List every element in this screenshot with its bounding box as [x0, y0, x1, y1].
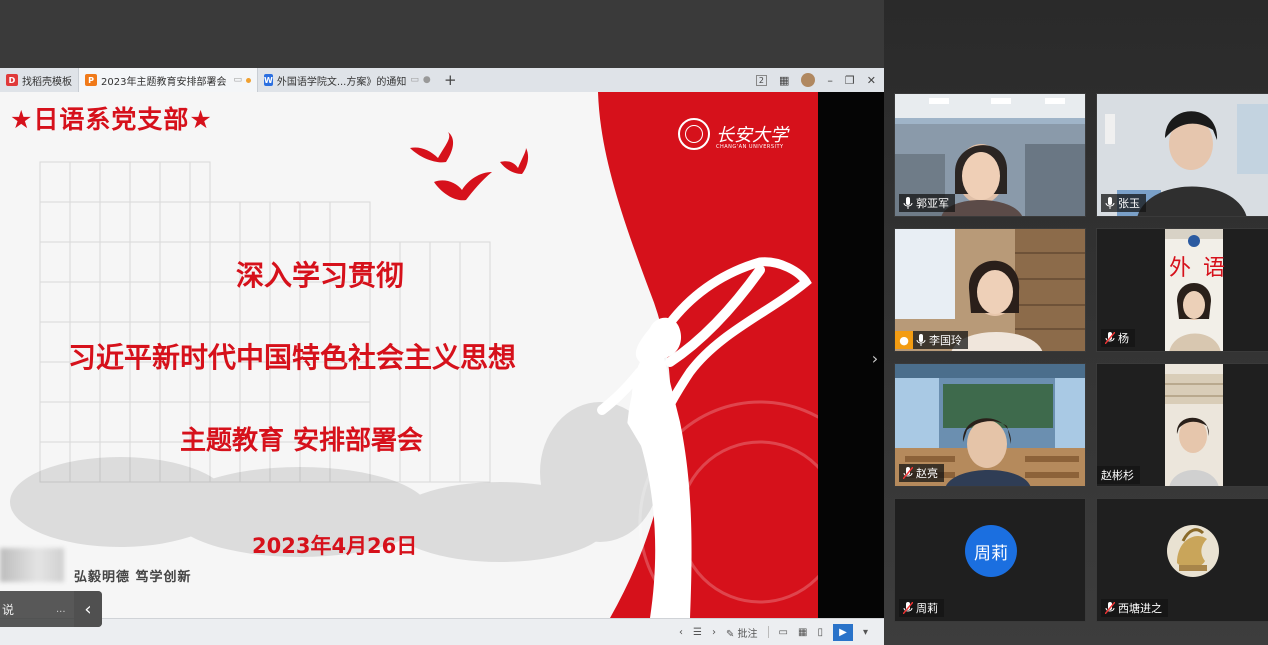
participant-tile[interactable]: 张玉 — [1096, 93, 1268, 217]
branch-title: ★日语系党支部★ — [10, 105, 213, 134]
slide-sorter-icon[interactable]: ▦ — [798, 627, 807, 638]
slide-title-line-2: 习近平新时代中国特色社会主义思想 — [68, 341, 517, 374]
close-tab-icon[interactable]: ● — [423, 75, 431, 85]
participant-label: 张玉 — [1101, 194, 1146, 212]
mic-off-icon — [903, 602, 913, 614]
window-controls: 2 ▦ – ❐ ✕ — [755, 73, 884, 87]
mic-off-icon — [903, 467, 913, 479]
participant-label: 赵亮 — [899, 464, 944, 482]
participant-tile[interactable]: 郭亚军 — [894, 93, 1086, 217]
shared-screen: D 找稻壳模板 P 2023年主题教育安排部署会 ▭ W 外国语学院文...方案… — [0, 0, 884, 645]
next-page-icon[interactable]: › — [712, 627, 716, 638]
participant-name: 郭亚军 — [916, 197, 949, 210]
participant-label: 西塘进之 — [1101, 599, 1168, 617]
participant-label: ● 李国玲 — [895, 331, 968, 349]
participant-tile[interactable]: 赵亮 — [894, 363, 1086, 487]
overlay-more[interactable]: ... — [56, 604, 66, 615]
comment-icon[interactable]: ▭ — [410, 75, 419, 85]
dropdown-icon[interactable]: ▾ — [863, 627, 868, 638]
browser-tab-bar: D 找稻壳模板 P 2023年主题教育安排部署会 ▭ W 外国语学院文...方案… — [0, 68, 884, 92]
divider — [767, 626, 769, 638]
user-avatar[interactable] — [801, 73, 816, 87]
participant-label: 赵彬杉 — [1097, 466, 1140, 484]
mic-on-icon — [903, 197, 913, 209]
presentation-status-bar: ‹ ☰ › ✎ 批注 ▭ ▦ ▯ ▶ ▾ — [0, 618, 884, 645]
participant-name: 赵亮 — [916, 467, 938, 480]
annotate-label: 批注 — [737, 628, 758, 640]
reading-view-icon[interactable]: ▯ — [817, 627, 823, 638]
overlay-text: 说 — [2, 602, 15, 617]
participant-name: 赵彬杉 — [1101, 469, 1134, 482]
restore-icon[interactable]: ❐ — [845, 74, 855, 87]
person-icon: ● — [895, 331, 913, 349]
participant-name: 李国玲 — [929, 334, 962, 347]
mic-off-icon — [1105, 602, 1115, 614]
annotate-button[interactable]: ✎ 批注 — [726, 625, 758, 640]
participant-name: 西塘进之 — [1118, 602, 1162, 615]
slide-date: 2023年4月26日 — [252, 534, 418, 558]
window-count-badge[interactable]: 2 — [755, 74, 767, 86]
tab-label: 外国语学院文...方案》的通知 — [276, 76, 407, 88]
slide-motto: 弘毅明德 笃学创新 — [74, 570, 192, 585]
tab-label: 2023年主题教育安排部署会 — [101, 76, 227, 88]
tab-presentation[interactable]: P 2023年主题教育安排部署会 ▭ — [78, 68, 258, 92]
close-icon[interactable]: ✕ — [867, 74, 876, 87]
mic-on-icon — [916, 334, 926, 346]
floating-control-pill[interactable]: 说 ... ‹ — [0, 591, 102, 627]
word-icon: W — [264, 74, 273, 86]
tab-label: 找稻壳模板 — [22, 76, 72, 88]
grid-icon[interactable]: ▦ — [779, 74, 789, 87]
svg-text:语: 语 — [1203, 256, 1225, 281]
gallery-toggle-button[interactable]: › — [866, 338, 884, 378]
participant-tile[interactable]: ● 李国玲 — [894, 228, 1086, 352]
slide-title-line-3: 主题教育 安排部署会 — [180, 426, 424, 456]
participant-name: 杨 — [1118, 332, 1129, 345]
slide-title-line-1: 深入学习贯彻 — [236, 259, 405, 292]
tab-docer-templates[interactable]: D 找稻壳模板 — [0, 68, 78, 92]
university-english-name: CHANG'AN UNIVERSITY — [716, 144, 784, 150]
presentation-icon: P — [85, 74, 97, 86]
university-seal-icon — [678, 118, 710, 150]
shared-screen-top-area — [0, 0, 884, 68]
docer-icon: D — [6, 74, 18, 86]
participant-gallery: 郭亚军 张玉 ● 李国玲 外 语 杨 赵亮 赵彬杉 周莉 周莉 西塘进之 — [884, 0, 1268, 645]
blurred-region — [0, 548, 64, 582]
comment-icon[interactable]: ▭ — [233, 75, 242, 85]
unsaved-dot-icon — [246, 77, 251, 83]
participant-tile[interactable]: 赵彬杉 — [1096, 363, 1268, 487]
outline-icon[interactable]: ☰ — [693, 627, 702, 638]
prev-page-icon[interactable]: ‹ — [679, 627, 683, 638]
presentation-slide: ★日语系党支部★ 长安大学 CHANG'AN UNIVERSITY 深入学习贯彻… — [0, 92, 818, 618]
svg-text:外: 外 — [1169, 256, 1191, 281]
participant-tile[interactable]: 周莉 周莉 — [894, 498, 1086, 622]
minimize-icon[interactable]: – — [827, 74, 833, 87]
avatar: 周莉 — [965, 525, 1017, 577]
participant-label: 杨 — [1101, 329, 1135, 347]
collapse-button[interactable]: ‹ — [74, 591, 102, 627]
mic-off-icon — [1105, 332, 1115, 344]
meeting-window: D 找稻壳模板 P 2023年主题教育安排部署会 ▭ W 外国语学院文...方案… — [0, 0, 1268, 645]
participant-tile[interactable]: 西塘进之 — [1096, 498, 1268, 622]
tab-document[interactable]: W 外国语学院文...方案》的通知 ▭ ● — [258, 68, 434, 92]
mic-on-icon — [1105, 197, 1115, 209]
participant-label: 周莉 — [899, 599, 944, 617]
play-slideshow-button[interactable]: ▶ — [832, 623, 853, 641]
participant-name: 周莉 — [916, 602, 938, 615]
participant-name: 张玉 — [1118, 197, 1140, 210]
new-tab-button[interactable]: + — [434, 71, 467, 89]
participant-label: 郭亚军 — [899, 194, 955, 212]
normal-view-icon[interactable]: ▭ — [779, 627, 788, 638]
participant-tile[interactable]: 外 语 杨 — [1096, 228, 1268, 352]
